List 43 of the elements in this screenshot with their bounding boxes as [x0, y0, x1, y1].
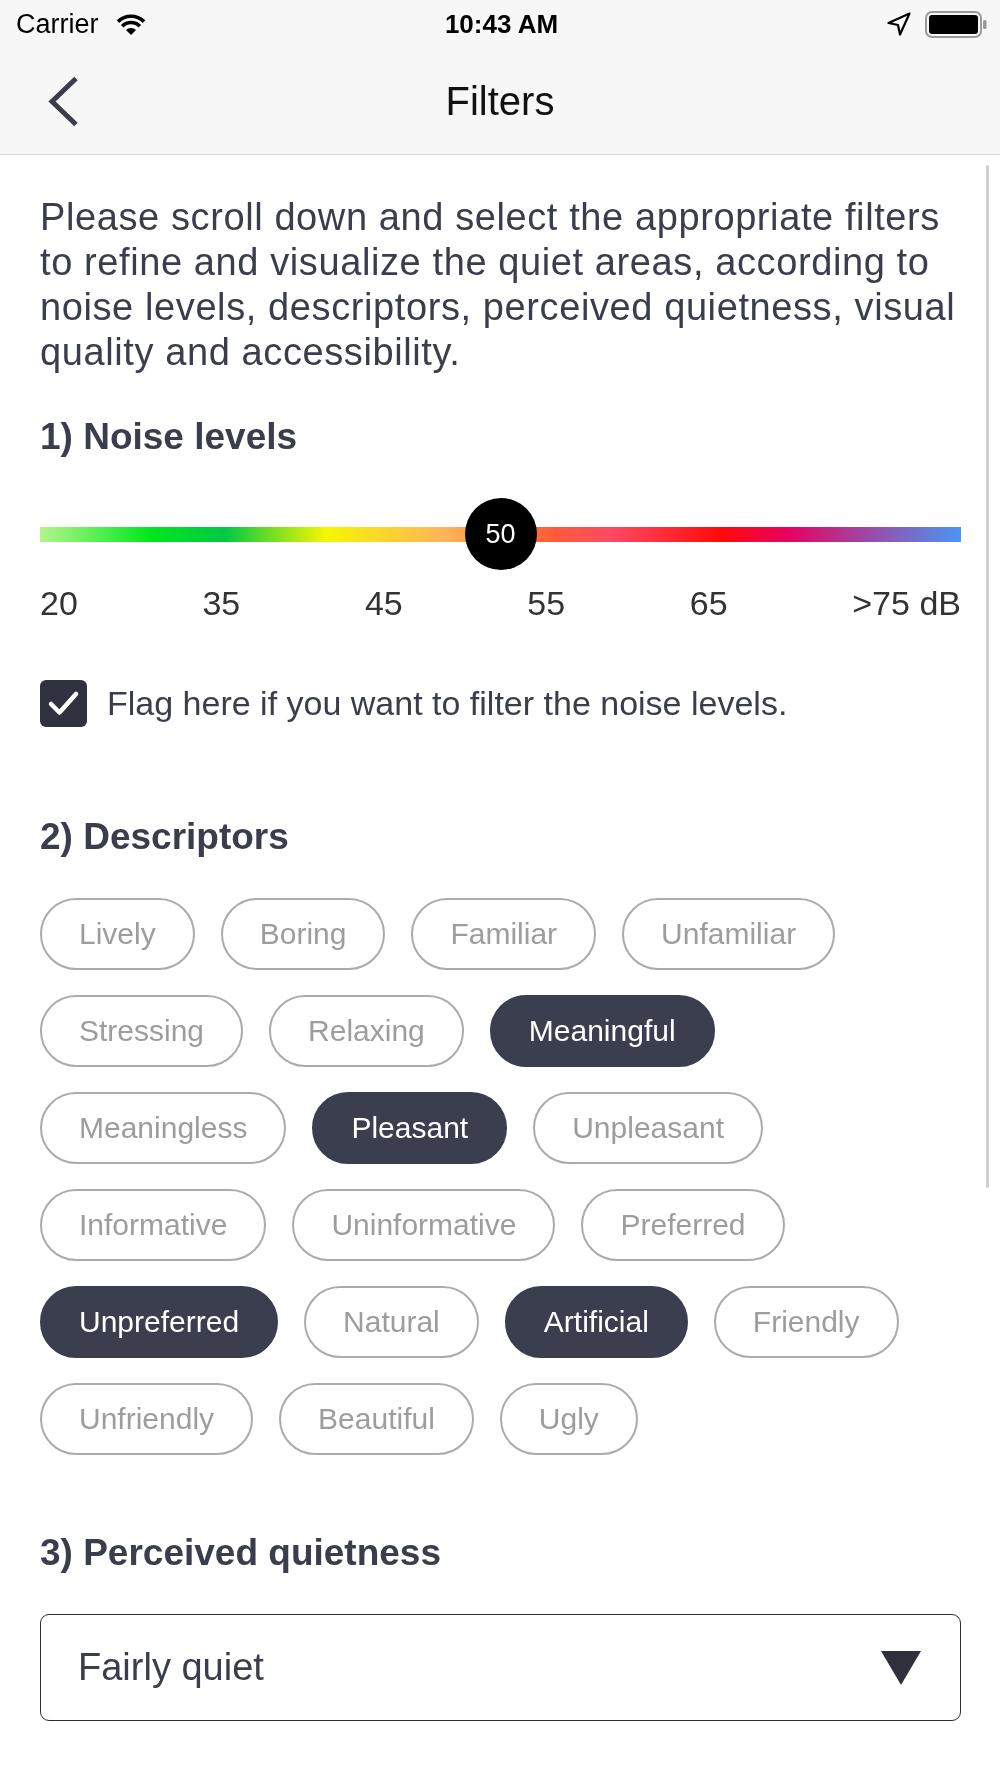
descriptor-chip[interactable]: Boring: [220, 898, 386, 970]
scale-label: 35: [202, 583, 241, 623]
back-icon[interactable]: [48, 75, 79, 127]
descriptor-chip[interactable]: Lively: [40, 898, 195, 970]
descriptor-chip[interactable]: Friendly: [713, 1286, 899, 1358]
intro-text: Please scroll down and select the appropriate filters to refine and visualize the quiet areas, according to noise levels, descriptors, perceived quietness, visual quality and accessibility.: [40, 195, 957, 375]
descriptor-chip[interactable]: Preferred: [581, 1189, 785, 1261]
descriptor-chip[interactable]: Natural: [304, 1286, 479, 1358]
checkbox-label: Flag here if you want to filter the noise levels.: [107, 684, 788, 723]
battery-icon: [925, 10, 987, 38]
scale-label: 20: [40, 583, 78, 623]
section-heading: 3) Perceived quietness: [40, 1531, 443, 1575]
descriptor-chip[interactable]: Ugly: [499, 1383, 638, 1455]
location-arrow-icon: [887, 12, 911, 36]
scale-label: 65: [689, 583, 728, 623]
descriptor-chip[interactable]: Familiar: [411, 898, 597, 970]
descriptor-chip[interactable]: Beautiful: [279, 1383, 474, 1455]
section-heading: 2) Descriptors: [40, 815, 290, 859]
checkbox[interactable]: [40, 680, 87, 727]
slider-track[interactable]: 50: [40, 498, 961, 570]
wifi-icon: [114, 12, 147, 36]
scale-label: >75 dB: [852, 583, 961, 623]
screen-title: Filters: [445, 78, 555, 124]
slider-thumb[interactable]: 50: [464, 498, 537, 570]
descriptor-chip[interactable]: Informative: [40, 1189, 267, 1261]
descriptor-chip[interactable]: Unfriendly: [40, 1383, 254, 1455]
descriptor-chip[interactable]: Artificial: [504, 1286, 688, 1358]
quietness-dropdown[interactable]: Fairly quiet: [40, 1614, 961, 1721]
descriptor-chip[interactable]: Meaningful: [489, 995, 715, 1067]
descriptor-chip[interactable]: Pleasant: [312, 1092, 508, 1164]
descriptor-chip[interactable]: Meaningless: [40, 1092, 287, 1164]
scale-label: 45: [364, 583, 403, 623]
descriptor-chip[interactable]: Unpreferred: [40, 1286, 279, 1358]
descriptor-chip[interactable]: Stressing: [40, 995, 244, 1067]
descriptor-chip[interactable]: Unfamiliar: [622, 898, 836, 970]
descriptor-chip[interactable]: Uninformative: [292, 1189, 556, 1261]
descriptor-chip[interactable]: Unpleasant: [533, 1092, 763, 1164]
scale-label: 55: [527, 583, 566, 623]
clock-time: 10:43 AM: [444, 8, 559, 40]
section-heading: 1) Noise levels: [40, 415, 299, 459]
carrier-name: Carrier: [16, 8, 99, 40]
caret-icon: [881, 1650, 921, 1685]
descriptor-chip[interactable]: Relaxing: [269, 995, 464, 1067]
